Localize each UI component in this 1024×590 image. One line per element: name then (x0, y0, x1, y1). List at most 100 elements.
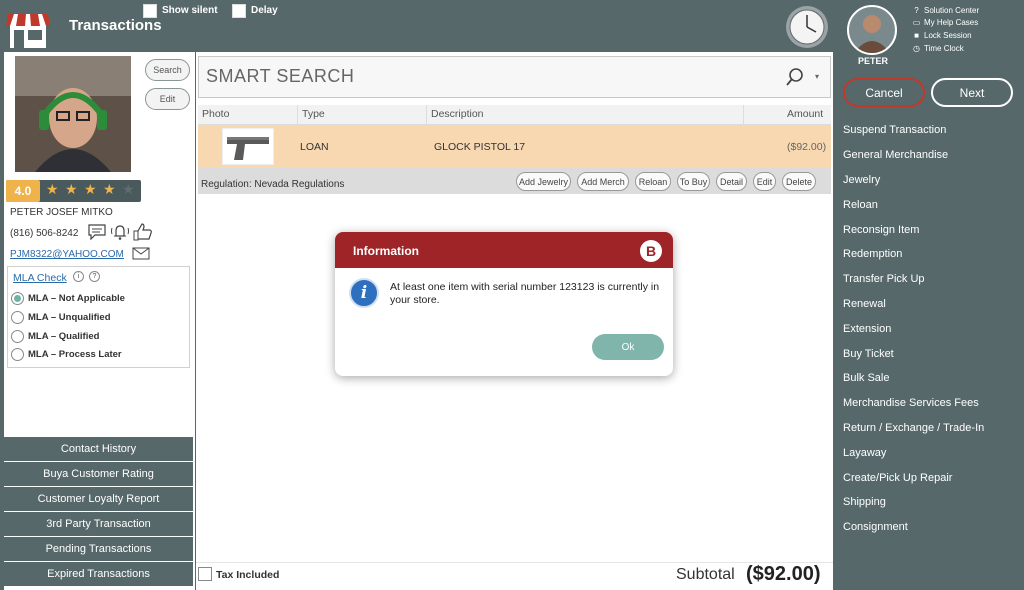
help-cases-link[interactable]: ▭ My Help Cases (912, 16, 979, 28)
mla-option-qualified[interactable]: MLA – Qualified (11, 330, 99, 343)
item-amount: ($92.00) (787, 141, 827, 153)
customer-phone: (816) 506-8242 (10, 228, 79, 239)
action-create-pick-up-repair[interactable]: Create/Pick Up Repair (843, 465, 1018, 490)
action-redemption[interactable]: Redemption (843, 242, 1018, 267)
show-silent-checkbox[interactable] (143, 4, 157, 18)
star-icon: ★ (84, 181, 97, 197)
search-customer-button[interactable]: Search (145, 59, 190, 81)
loyalty-report-button[interactable]: Customer Loyalty Report (4, 487, 193, 511)
column-header-description: Description (431, 108, 484, 120)
clock-icon (785, 5, 829, 49)
clock-small-icon: ◷ (913, 43, 920, 53)
star-icon: ★ (103, 181, 116, 197)
add-jewelry-button[interactable]: Add Jewelry (516, 172, 571, 191)
avatar[interactable] (847, 5, 897, 55)
info-small-icon[interactable]: i (73, 271, 84, 282)
store-icon[interactable] (6, 8, 50, 50)
mla-option-process-later[interactable]: MLA – Process Later (11, 348, 122, 361)
lock-session-link[interactable]: ■ Lock Session (912, 29, 972, 41)
show-silent-label: Show silent (162, 5, 218, 16)
message-icon[interactable] (88, 224, 106, 241)
delay-checkbox[interactable] (232, 4, 246, 18)
folder-icon: ▭ (912, 17, 921, 27)
action-reconsign-item[interactable]: Reconsign Item (843, 217, 1018, 242)
solution-center-link[interactable]: ? Solution Center (912, 4, 979, 16)
mla-option-unqualified[interactable]: MLA – Unqualified (11, 311, 111, 324)
action-transfer-pick-up[interactable]: Transfer Pick Up (843, 267, 1018, 292)
star-icon: ★ (46, 181, 59, 197)
ok-button[interactable]: Ok (592, 334, 664, 360)
radio[interactable] (11, 348, 24, 361)
item-description: GLOCK PISTOL 17 (434, 141, 526, 153)
envelope-icon[interactable] (132, 247, 150, 260)
tax-included-label: Tax Included (216, 569, 280, 581)
user-name: PETER (858, 56, 889, 66)
action-renewal[interactable]: Renewal (843, 292, 1018, 317)
third-party-transaction-button[interactable]: 3rd Party Transaction (4, 512, 193, 536)
thumbs-up-icon[interactable] (133, 223, 153, 241)
column-divider (743, 105, 744, 125)
info-icon: i (349, 278, 379, 308)
column-header-type: Type (302, 108, 325, 120)
delay-label: Delay (251, 5, 278, 16)
action-layaway[interactable]: Layaway (843, 440, 1018, 465)
help-small-icon[interactable]: ? (89, 271, 100, 282)
detail-button[interactable]: Detail (716, 172, 747, 191)
information-dialog: Information B i At least one item with s… (335, 232, 673, 376)
next-button[interactable]: Next (931, 78, 1013, 107)
page-title: Transactions (69, 17, 162, 34)
subtotal-label: Subtotal (676, 566, 735, 583)
action-extension[interactable]: Extension (843, 316, 1018, 341)
radio-selected[interactable] (11, 292, 24, 305)
star-empty-icon: ★ (122, 181, 135, 197)
action-general-merchandise[interactable]: General Merchandise (843, 143, 1018, 168)
to-buy-button[interactable]: To Buy (677, 172, 710, 191)
action-jewelry[interactable]: Jewelry (843, 168, 1018, 193)
table-header (198, 105, 831, 125)
pending-transactions-button[interactable]: Pending Transactions (4, 537, 193, 561)
subtotal-value: ($92.00) (746, 563, 821, 585)
item-photo (222, 128, 274, 165)
action-buy-ticket[interactable]: Buy Ticket (843, 341, 1018, 366)
time-clock-link[interactable]: ◷ Time Clock (912, 42, 964, 54)
mla-option-not-applicable[interactable]: MLA – Not Applicable (11, 292, 125, 305)
dialog-message: At least one item with serial number 123… (390, 281, 660, 306)
footer-bar (196, 562, 833, 590)
star-icon: ★ (65, 181, 78, 197)
column-divider (426, 105, 427, 125)
rating-value: 4.0 (6, 180, 40, 202)
search-input[interactable]: SMART SEARCH (206, 66, 354, 87)
customer-email[interactable]: PJM8322@YAHOO.COM (10, 249, 124, 260)
radio[interactable] (11, 330, 24, 343)
action-bulk-sale[interactable]: Bulk Sale (843, 366, 1018, 391)
search-icon[interactable] (785, 67, 805, 87)
action-reloan[interactable]: Reloan (843, 192, 1018, 217)
reloan-button[interactable]: Reloan (635, 172, 671, 191)
lock-icon: ■ (914, 30, 919, 40)
column-divider (297, 105, 298, 125)
action-shipping[interactable]: Shipping (843, 490, 1018, 515)
regulation-text: Regulation: Nevada Regulations (201, 179, 345, 190)
action-return-exchange-trade-in[interactable]: Return / Exchange / Trade-In (843, 416, 1018, 441)
tax-included-checkbox[interactable] (198, 567, 212, 581)
chevron-down-icon[interactable]: ▾ (815, 72, 819, 81)
contact-history-button[interactable]: Contact History (4, 437, 193, 461)
action-merchandise-services-fees[interactable]: Merchandise Services Fees (843, 391, 1018, 416)
cancel-button[interactable]: Cancel (843, 78, 925, 107)
bell-icon[interactable] (110, 223, 130, 241)
customer-rating-button[interactable]: Buya Customer Rating (4, 462, 193, 486)
edit-item-button[interactable]: Edit (753, 172, 776, 191)
edit-customer-button[interactable]: Edit (145, 88, 190, 110)
action-consignment[interactable]: Consignment (843, 515, 1018, 540)
item-type: LOAN (300, 141, 329, 153)
dialog-title: Information (353, 244, 419, 258)
brand-logo-icon: B (640, 240, 662, 262)
question-icon: ? (914, 5, 919, 15)
add-merch-button[interactable]: Add Merch (577, 172, 629, 191)
customer-name: PETER JOSEF MITKO (10, 207, 113, 218)
delete-item-button[interactable]: Delete (782, 172, 816, 191)
expired-transactions-button[interactable]: Expired Transactions (4, 562, 193, 586)
radio[interactable] (11, 311, 24, 324)
action-suspend-transaction[interactable]: Suspend Transaction (843, 118, 1018, 143)
mla-check-link[interactable]: MLA Check (13, 272, 67, 284)
